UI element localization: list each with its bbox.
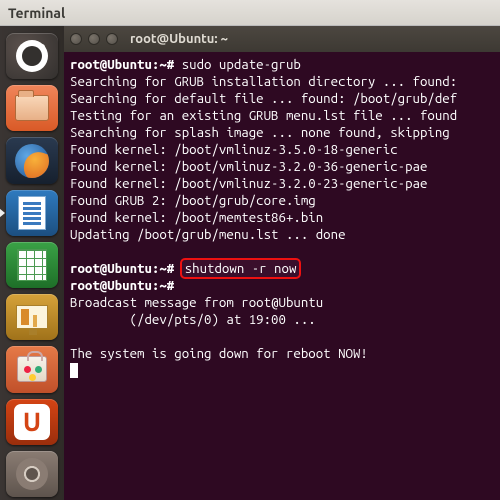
output-line: Searching for default file ... found: /b… — [70, 91, 457, 106]
highlighted-command: shutdown -r now — [182, 260, 300, 277]
output-line: Searching for GRUB installation director… — [70, 74, 457, 89]
app-titlebar: Terminal — [0, 0, 500, 26]
output-line: Found GRUB 2: /boot/grub/core.img — [70, 193, 316, 208]
output-line: Updating /boot/grub/menu.lst ... done — [70, 227, 346, 242]
launcher-software-center[interactable] — [6, 346, 58, 392]
launcher-writer[interactable] — [6, 190, 58, 236]
terminal-title: root@Ubuntu: ~ — [130, 32, 228, 46]
output-line: Found kernel: /boot/vmlinuz-3.2.0-36-gen… — [70, 159, 427, 174]
output-line: The system is going down for reboot NOW! — [70, 346, 368, 361]
output-line: Found kernel: /boot/memtest86+.bin — [70, 210, 323, 225]
window-minimize-icon[interactable] — [88, 33, 100, 45]
shopping-bag-icon — [17, 356, 47, 382]
spreadsheet-icon — [17, 249, 47, 281]
terminal-window: root@Ubuntu: ~ root@Ubuntu:~# sudo updat… — [64, 26, 500, 500]
prompt: root@Ubuntu:~# — [70, 278, 174, 293]
launcher-firefox[interactable] — [6, 137, 58, 183]
app-title: Terminal — [8, 5, 65, 21]
launcher-dash[interactable] — [6, 33, 58, 79]
window-maximize-icon[interactable] — [106, 33, 118, 45]
output-line: Found kernel: /boot/vmlinuz-3.5.0-18-gen… — [70, 142, 398, 157]
launcher-calc[interactable] — [6, 242, 58, 288]
output-line: Found kernel: /boot/vmlinuz-3.2.0-23-gen… — [70, 176, 427, 191]
window-close-icon[interactable] — [70, 33, 82, 45]
ubuntu-one-icon: U — [14, 404, 50, 440]
document-icon — [18, 196, 46, 230]
launcher: U — [0, 26, 64, 500]
firefox-icon — [15, 144, 49, 178]
prompt: root@Ubuntu:~# — [70, 57, 174, 72]
gear-icon — [16, 458, 48, 490]
output-line: Testing for an existing GRUB menu.lst fi… — [70, 108, 457, 123]
output-line: Searching for splash image ... none foun… — [70, 125, 450, 140]
ubuntu-swirl-icon — [16, 40, 48, 72]
terminal-titlebar[interactable]: root@Ubuntu: ~ — [64, 26, 500, 52]
launcher-ubuntu-one[interactable]: U — [6, 399, 58, 445]
launcher-files[interactable] — [6, 85, 58, 131]
output-line: (/dev/pts/0) at 19:00 ... — [70, 312, 316, 327]
presentation-icon — [16, 305, 48, 329]
folder-icon — [15, 95, 49, 121]
launcher-settings[interactable] — [6, 451, 58, 497]
launcher-impress[interactable] — [6, 294, 58, 340]
cmd-update-grub: sudo update-grub — [182, 57, 301, 72]
running-indicator-icon — [0, 208, 5, 218]
terminal-cursor — [70, 363, 78, 378]
terminal-body[interactable]: root@Ubuntu:~# sudo update-grub Searchin… — [64, 52, 500, 500]
prompt: root@Ubuntu:~# — [70, 261, 174, 276]
output-line: Broadcast message from root@Ubuntu — [70, 295, 323, 310]
